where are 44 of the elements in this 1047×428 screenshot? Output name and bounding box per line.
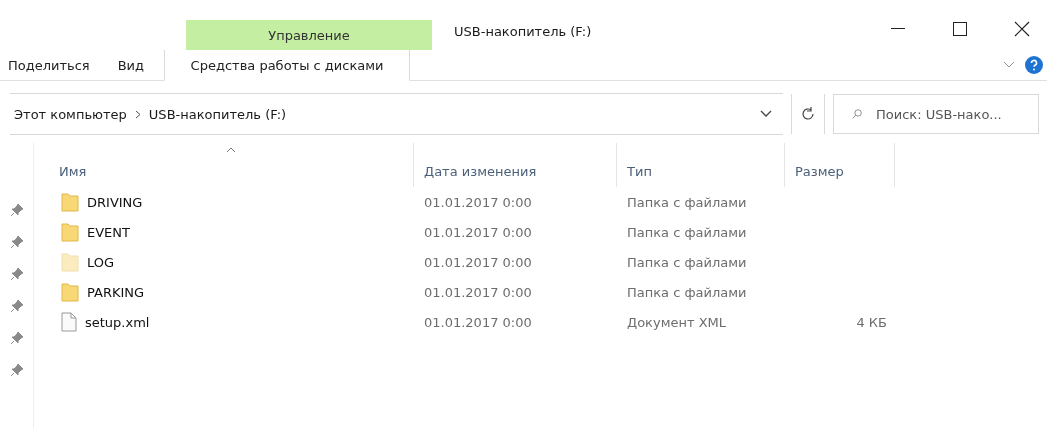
file-type: Папка с файлами — [626, 194, 748, 210]
column-header[interactable]: Дата изменения — [424, 163, 537, 179]
window-title: USB-накопитель (F:) — [454, 22, 593, 41]
breadcrumb[interactable]: USB-накопитель (F:) — [148, 106, 287, 122]
refresh-icon — [801, 107, 815, 121]
date-modified: 01.01.2017 0:00 — [423, 194, 533, 210]
chevron-down-icon[interactable] — [1003, 61, 1015, 69]
search-icon — [852, 107, 862, 121]
file-name[interactable]: PARKING — [87, 284, 145, 300]
file-name[interactable]: DRIVING — [87, 194, 143, 210]
search-box[interactable]: Поиск: USB-нако... — [833, 94, 1039, 134]
ribbon-tab[interactable]: Средства работы с дисками — [164, 50, 411, 81]
document-icon — [61, 312, 77, 332]
date-modified: 01.01.2017 0:00 — [423, 224, 533, 240]
column-header[interactable]: Размер — [795, 163, 844, 179]
chevron-right-icon — [134, 109, 141, 119]
close-icon — [1014, 21, 1030, 37]
file-name[interactable]: setup.xml — [85, 314, 150, 330]
breadcrumb[interactable]: Этот компьютер — [14, 106, 127, 122]
pin-icon[interactable] — [9, 363, 24, 377]
ribbon-context-header: Управление — [186, 20, 432, 50]
maximize-icon — [953, 22, 967, 36]
pin-icon[interactable] — [9, 203, 24, 217]
date-modified: 01.01.2017 0:00 — [423, 254, 533, 270]
chevron-down-icon — [760, 110, 772, 118]
file-type: Папка с файлами — [626, 224, 748, 240]
pin-icon[interactable] — [9, 267, 24, 281]
file-type: Папка с файлами — [626, 284, 748, 300]
column-header[interactable]: Имя — [59, 163, 87, 179]
file-type: Папка с файлами — [626, 254, 748, 270]
column-header[interactable]: Тип — [627, 163, 652, 179]
address-bar[interactable]: Этот компьютер USB-накопитель (F:) — [10, 93, 783, 135]
date-modified: 01.01.2017 0:00 — [423, 284, 533, 300]
pin-icon[interactable] — [9, 235, 24, 249]
pin-icon[interactable] — [9, 299, 24, 313]
file-type: Документ XML — [626, 314, 728, 330]
file-name[interactable]: LOG — [87, 254, 115, 270]
minimize-icon — [891, 28, 905, 30]
file-name[interactable]: EVENT — [87, 224, 130, 240]
help-icon[interactable] — [1025, 56, 1043, 74]
file-size: 4 КБ — [855, 314, 888, 330]
sort-up-icon — [226, 147, 236, 153]
pin-icon[interactable] — [9, 331, 24, 345]
date-modified: 01.01.2017 0:00 — [423, 314, 533, 330]
